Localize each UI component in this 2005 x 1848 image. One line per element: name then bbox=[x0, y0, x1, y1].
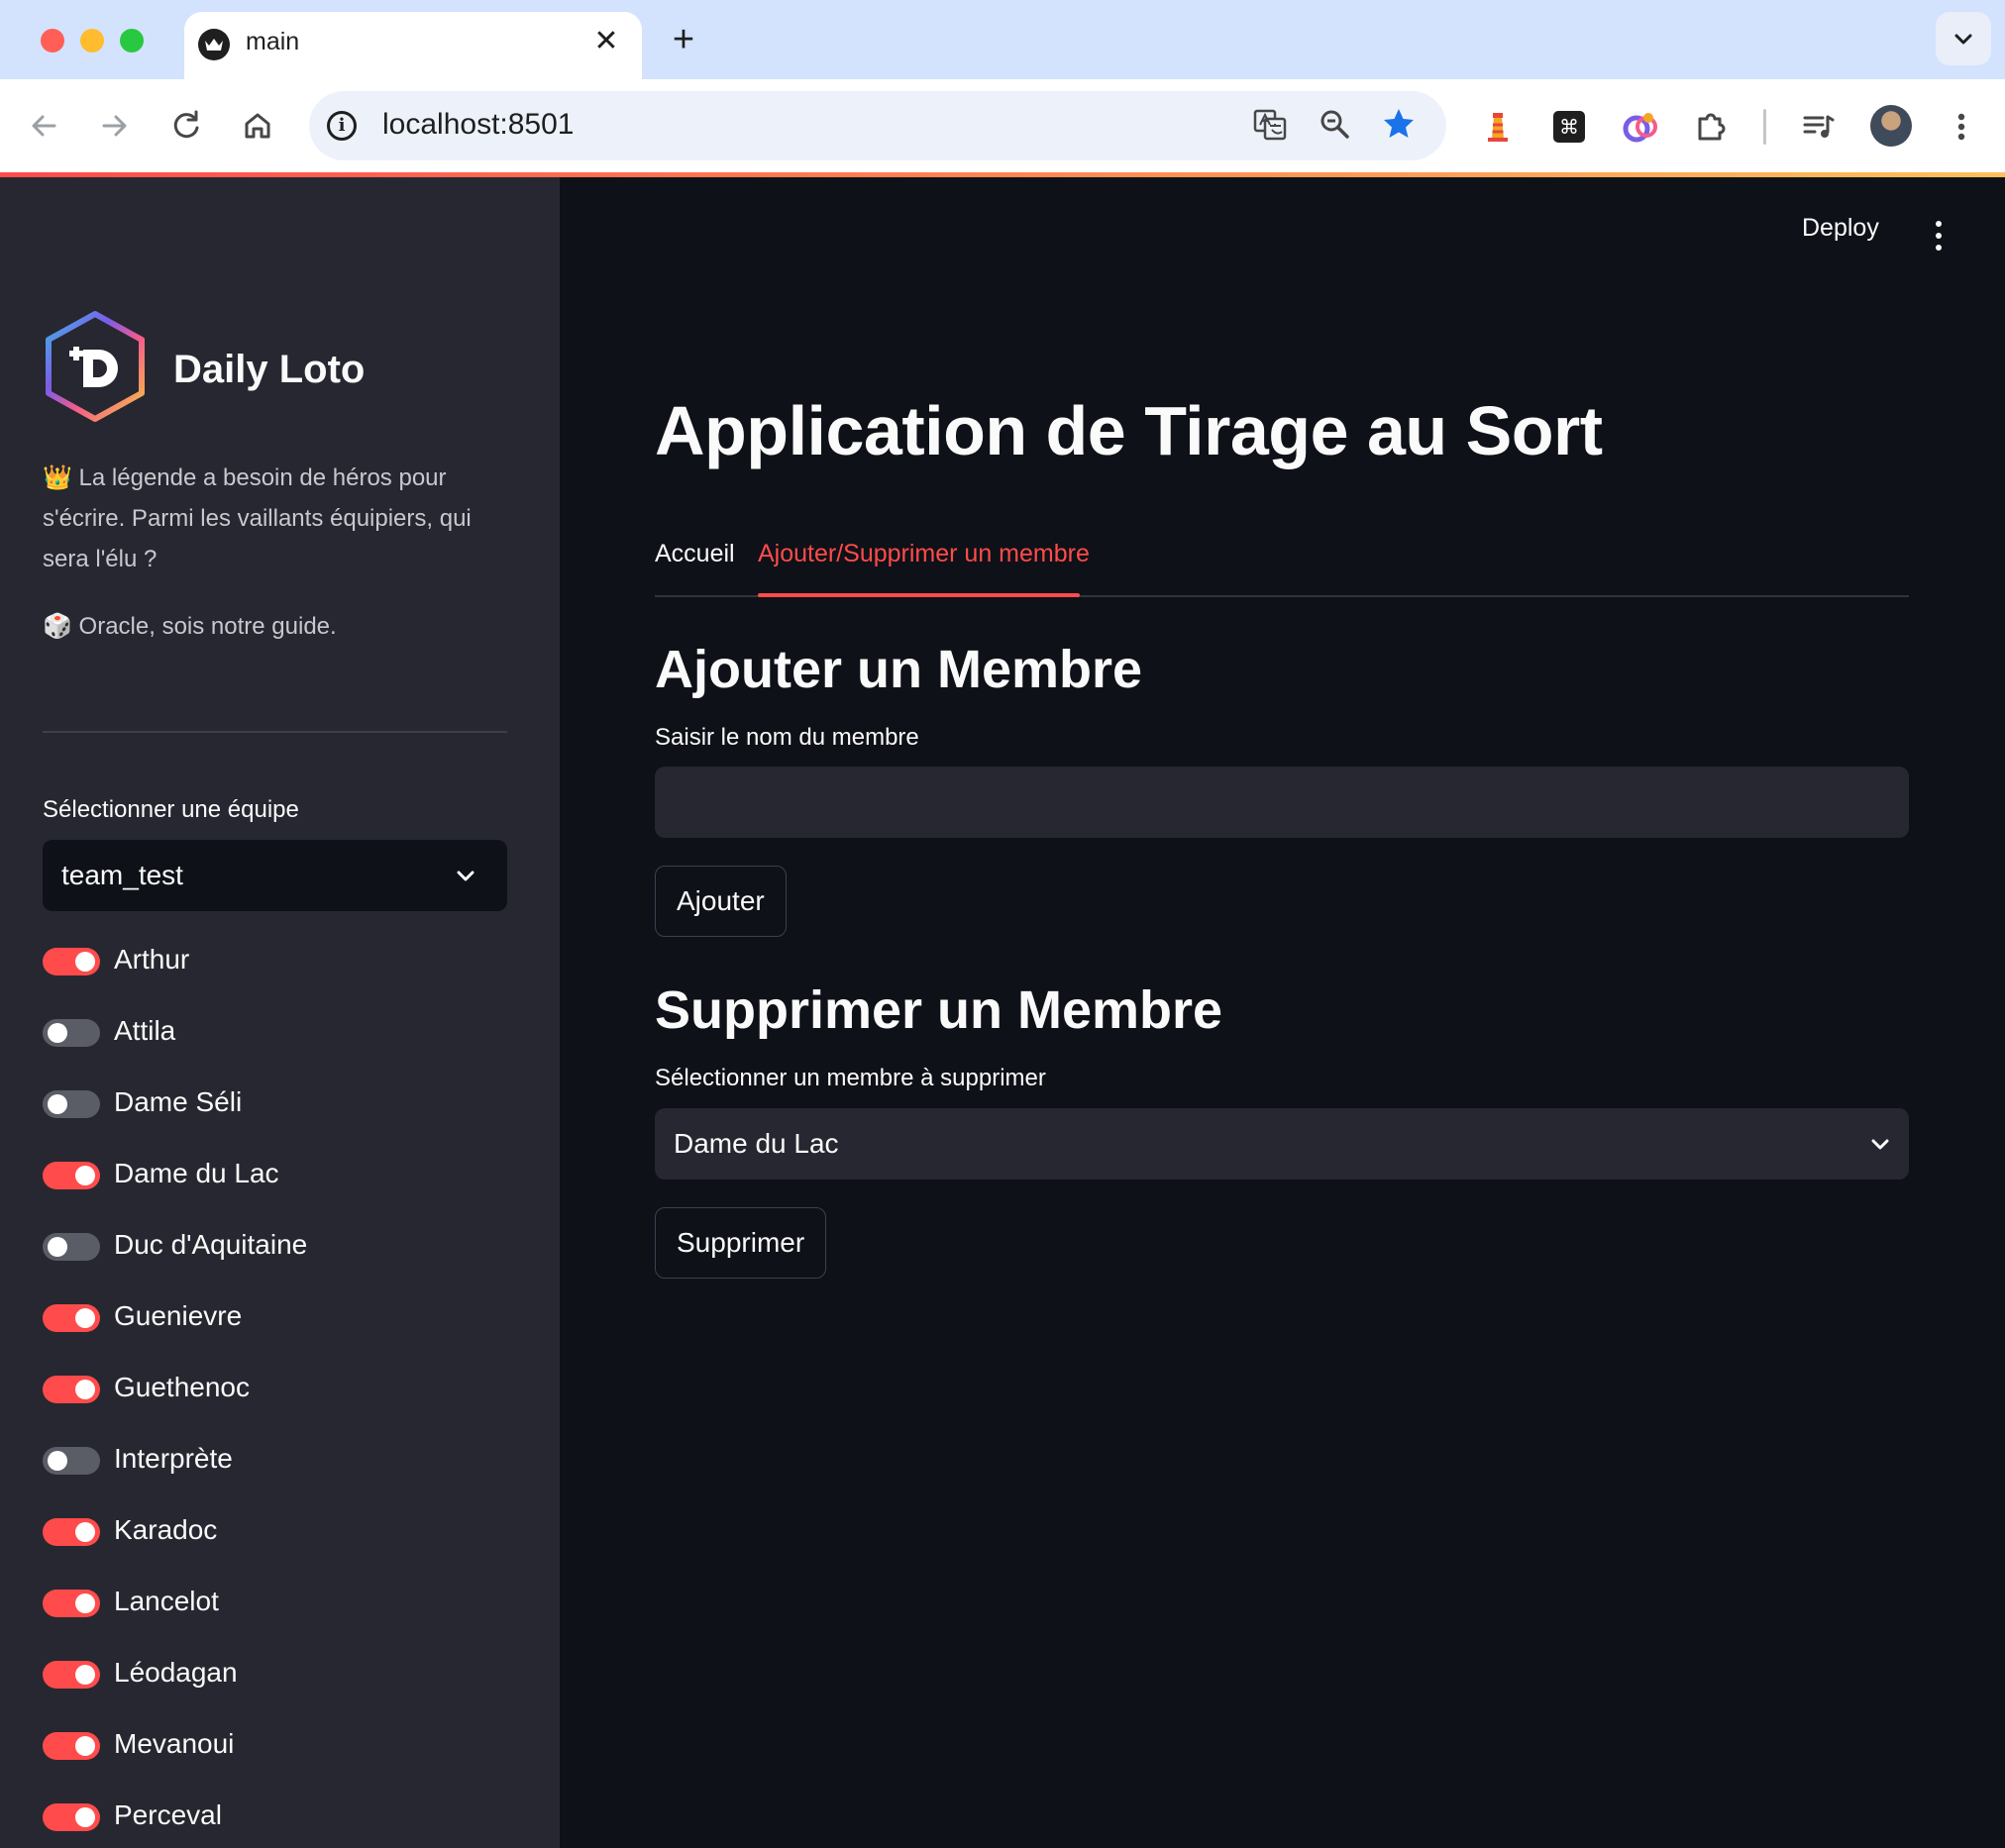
member-name: Duc d'Aquitaine bbox=[114, 1229, 308, 1260]
toggle-knob bbox=[75, 1380, 95, 1399]
toggle-switch[interactable] bbox=[43, 948, 100, 975]
team-select-value: team_test bbox=[61, 860, 183, 890]
member-name: Lancelot bbox=[114, 1586, 219, 1616]
member-name: Léodagan bbox=[114, 1657, 238, 1688]
toggle-switch[interactable] bbox=[43, 1447, 100, 1475]
tab-title: main bbox=[246, 28, 300, 55]
tab-bar: Accueil Ajouter/Supprimer un membre bbox=[655, 540, 1909, 597]
toolbar-divider bbox=[1763, 109, 1766, 145]
toggle-switch[interactable] bbox=[43, 1304, 100, 1332]
member-name: Perceval bbox=[114, 1799, 222, 1830]
close-window-button[interactable] bbox=[41, 29, 64, 52]
toggle-switch[interactable] bbox=[43, 1590, 100, 1617]
toggle-knob bbox=[75, 1522, 95, 1542]
url-text[interactable]: localhost:8501 bbox=[382, 108, 574, 142]
deploy-button[interactable]: Deploy bbox=[1802, 214, 1879, 243]
member-name-label: Saisir le nom du membre bbox=[655, 724, 919, 751]
toggle-switch[interactable] bbox=[43, 1661, 100, 1689]
toggle-switch[interactable] bbox=[43, 1019, 100, 1047]
toggle-switch[interactable] bbox=[43, 1233, 100, 1261]
remove-member-value: Dame du Lac bbox=[674, 1128, 839, 1159]
remove-member-label: Sélectionner un membre à supprimer bbox=[655, 1065, 1046, 1091]
member-name: Guethenoc bbox=[114, 1372, 250, 1402]
toggle-switch[interactable] bbox=[43, 1162, 100, 1189]
chevron-down-icon bbox=[1954, 34, 1972, 45]
crown-favicon-icon bbox=[198, 29, 230, 60]
toggle-switch[interactable] bbox=[43, 1518, 100, 1546]
sidebar: Daily Loto 👑 La légende a besoin de héro… bbox=[0, 177, 560, 1848]
svg-text:⌘: ⌘ bbox=[1559, 115, 1579, 139]
chevron-down-icon bbox=[1871, 1139, 1889, 1150]
toggle-knob bbox=[48, 1023, 67, 1043]
bookmark-star-icon[interactable] bbox=[1379, 106, 1419, 146]
reload-icon[interactable] bbox=[163, 103, 209, 149]
zoom-icon[interactable] bbox=[1315, 106, 1354, 146]
member-name: Mevanoui bbox=[114, 1728, 235, 1759]
main-menu-icon[interactable] bbox=[1933, 221, 1943, 251]
active-tab-indicator bbox=[758, 593, 1080, 597]
toggle-knob bbox=[48, 1237, 67, 1257]
toggle-knob bbox=[75, 1308, 95, 1328]
toggle-knob bbox=[75, 1593, 95, 1613]
browser-tab-strip: main ✕ + bbox=[0, 0, 2005, 79]
tab-search-button[interactable] bbox=[1936, 12, 1991, 65]
maximize-window-button[interactable] bbox=[120, 29, 144, 52]
toggle-knob bbox=[75, 1807, 95, 1827]
member-name: Karadoc bbox=[114, 1514, 218, 1545]
team-select[interactable]: team_test bbox=[43, 840, 507, 911]
team-select-label: Sélectionner une équipe bbox=[43, 796, 299, 823]
member-name: Arthur bbox=[114, 944, 190, 975]
app-name: Daily Loto bbox=[173, 348, 366, 391]
forward-arrow-icon[interactable] bbox=[91, 103, 137, 149]
remove-button[interactable]: Supprimer bbox=[655, 1207, 827, 1279]
member-name: Dame Séli bbox=[114, 1086, 243, 1117]
member-name: Interprète bbox=[114, 1443, 233, 1474]
new-tab-button[interactable]: + bbox=[664, 18, 703, 61]
toggle-switch[interactable] bbox=[43, 1090, 100, 1118]
site-info-icon[interactable]: i bbox=[327, 111, 357, 141]
oracle-text: 🎲 Oracle, sois notre guide. bbox=[43, 613, 337, 640]
chevron-down-icon bbox=[457, 871, 475, 881]
profile-avatar[interactable] bbox=[1870, 105, 1912, 147]
member-name: Dame du Lac bbox=[114, 1158, 279, 1188]
daily-loto-logo bbox=[40, 308, 151, 425]
toggle-knob bbox=[75, 1166, 95, 1185]
add-button[interactable]: Ajouter bbox=[655, 866, 787, 937]
toggle-switch[interactable] bbox=[43, 1732, 100, 1760]
tab-accueil[interactable]: Accueil bbox=[655, 540, 735, 568]
command-extension-icon[interactable]: ⌘ bbox=[1547, 105, 1591, 149]
media-controls-icon[interactable] bbox=[1797, 105, 1841, 149]
minimize-window-button[interactable] bbox=[80, 29, 104, 52]
member-name-input[interactable] bbox=[655, 767, 1909, 838]
add-member-heading: Ajouter un Membre bbox=[655, 640, 1143, 699]
toggle-knob bbox=[75, 1736, 95, 1756]
toggle-knob bbox=[75, 1665, 95, 1685]
tab-ajouter-supprimer[interactable]: Ajouter/Supprimer un membre bbox=[758, 540, 1090, 568]
translate-icon[interactable] bbox=[1250, 106, 1290, 146]
toggle-knob bbox=[75, 952, 95, 972]
member-name: Guenievre bbox=[114, 1300, 243, 1331]
extensions-puzzle-icon[interactable] bbox=[1690, 105, 1734, 149]
tab-close-icon[interactable]: ✕ bbox=[588, 24, 624, 59]
colorful-extension-icon[interactable] bbox=[1619, 105, 1662, 149]
chrome-menu-icon[interactable] bbox=[1940, 105, 1983, 149]
home-icon[interactable] bbox=[235, 103, 280, 149]
lighthouse-extension-icon[interactable] bbox=[1476, 105, 1520, 149]
main-content: Deploy Application de Tirage au Sort Acc… bbox=[560, 177, 2005, 1848]
intro-text: 👑 La légende a besoin de héros pour s'éc… bbox=[43, 464, 472, 572]
page-title: Application de Tirage au Sort bbox=[655, 392, 1603, 469]
sidebar-divider bbox=[43, 731, 507, 733]
toggle-knob bbox=[48, 1094, 67, 1114]
address-bar[interactable]: i localhost:8501 bbox=[309, 91, 1446, 160]
toggle-knob bbox=[48, 1451, 67, 1471]
browser-toolbar: i localhost:8501 ⌘ bbox=[0, 79, 2005, 172]
back-arrow-icon[interactable] bbox=[22, 103, 67, 149]
browser-tab[interactable]: main ✕ bbox=[184, 12, 642, 79]
toggle-switch[interactable] bbox=[43, 1376, 100, 1403]
toggle-switch[interactable] bbox=[43, 1803, 100, 1831]
remove-member-heading: Supprimer un Membre bbox=[655, 980, 1223, 1040]
remove-member-select[interactable]: Dame du Lac bbox=[655, 1108, 1909, 1180]
member-name: Attila bbox=[114, 1015, 176, 1046]
